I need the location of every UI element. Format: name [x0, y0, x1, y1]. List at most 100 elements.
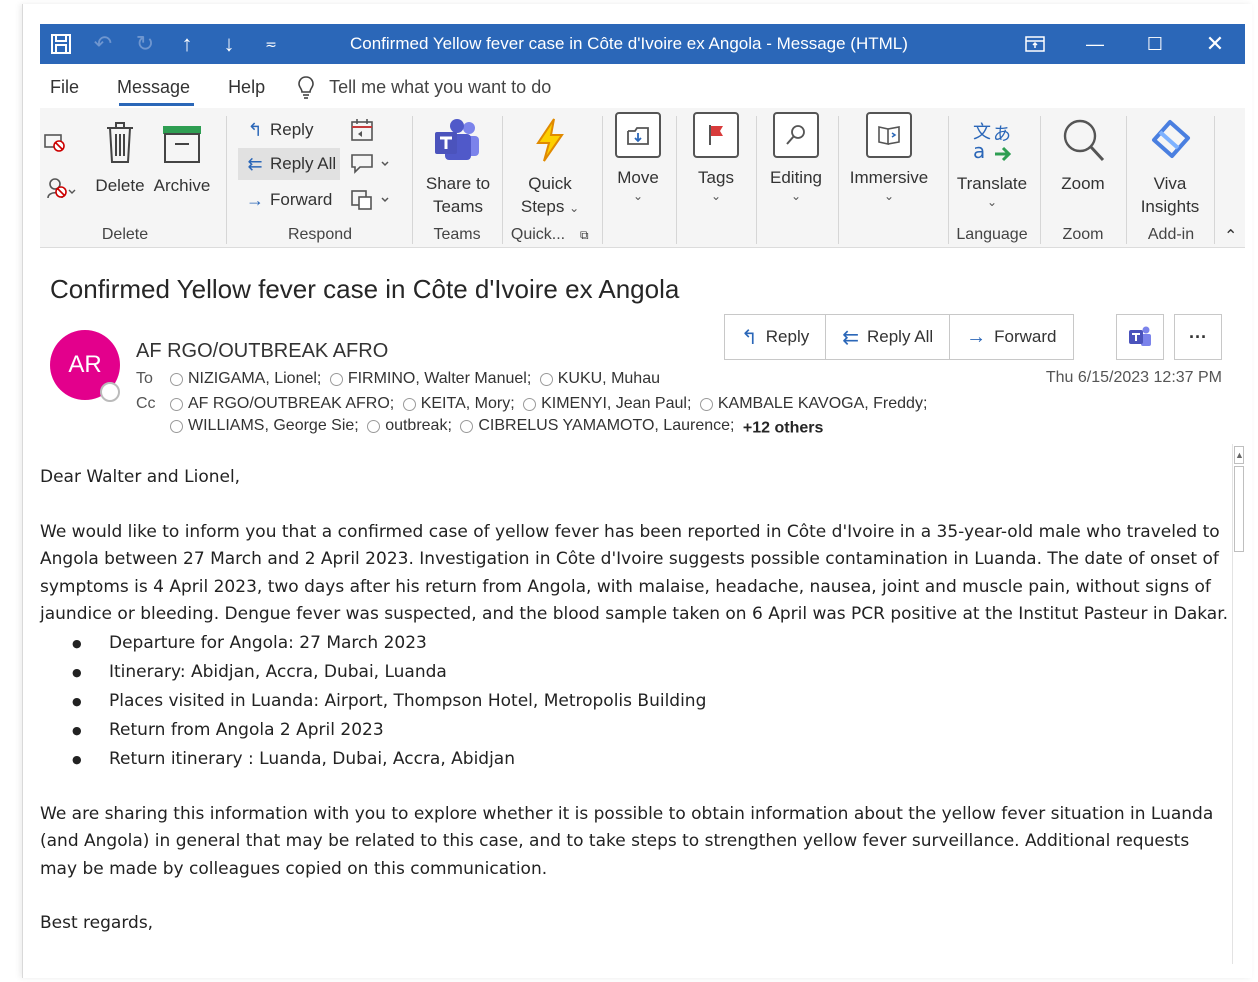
- zoom-label: Zoom: [1061, 174, 1105, 193]
- reply-all-icon: ⇇: [842, 326, 859, 349]
- lightbulb-icon: [293, 75, 319, 99]
- delete-label: Delete: [95, 176, 145, 195]
- reply-all-button[interactable]: ⇇ Reply All: [826, 315, 951, 359]
- recipient[interactable]: KEITA, Mory;: [402, 395, 515, 413]
- next-item-icon[interactable]: ↓: [208, 24, 250, 64]
- archive-button[interactable]: Archive: [150, 112, 214, 197]
- archive-icon: [161, 112, 203, 164]
- recipient[interactable]: WILLIAMS, George Sie;: [170, 417, 359, 435]
- window-title: Confirmed Yellow fever case in Côte d'Iv…: [350, 34, 908, 53]
- respond-group-label: Respond: [287, 226, 353, 243]
- tab-help[interactable]: Help: [218, 66, 275, 108]
- cc-recipients-line-1: AF RGO/OUTBREAK AFRO; KEITA, Mory; KIMEN…: [170, 395, 931, 416]
- recipient[interactable]: KAMBALE KAVOGA, Freddy;: [699, 395, 927, 413]
- presence-icon: [539, 372, 553, 386]
- recipient[interactable]: KIMENYI, Jean Paul;: [523, 395, 691, 413]
- avatar-initials: AR: [68, 351, 102, 378]
- reply-button[interactable]: ↰ Reply: [725, 315, 827, 359]
- more-recipients-link[interactable]: +12 others: [743, 420, 823, 437]
- tell-me-search[interactable]: Tell me what you want to do: [293, 75, 551, 99]
- teams-icon: [433, 112, 483, 168]
- reply-all-ribbon-button[interactable]: ⇇ Reply All: [238, 148, 341, 180]
- dialog-launcher-icon[interactable]: ⧉: [580, 228, 589, 243]
- scrollbar-thumb[interactable]: [1234, 466, 1244, 552]
- editing-label: Editing: [770, 168, 822, 187]
- message-subject: Confirmed Yellow fever case in Côte d'Iv…: [50, 274, 680, 304]
- ignore-icon[interactable]: [40, 132, 70, 159]
- list-item: Return itinerary : Luanda, Dubai, Accra,…: [68, 745, 1230, 774]
- recipient[interactable]: AF RGO/OUTBREAK AFRO;: [170, 395, 394, 413]
- recipient[interactable]: NIZIGAMA, Lionel;: [170, 370, 321, 388]
- reply-ribbon-label: Reply: [270, 120, 314, 139]
- recipient-name: KUKU, Muhau: [557, 370, 660, 387]
- recipient[interactable]: FIRMINO, Walter Manuel;: [329, 370, 532, 388]
- recipient[interactable]: KUKU, Muhau: [539, 370, 660, 388]
- share-to-teams-button[interactable]: Share to Teams: [420, 112, 496, 218]
- tags-button[interactable]: Tags ⌄: [690, 112, 742, 203]
- separator: [1214, 116, 1215, 244]
- chevron-down-icon: ⌄: [632, 189, 644, 203]
- collapse-ribbon-icon[interactable]: ⌃: [1224, 226, 1237, 246]
- chevron-down-icon: ⌄: [883, 189, 895, 203]
- zoom-button[interactable]: Zoom: [1048, 112, 1118, 195]
- close-icon[interactable]: ✕: [1185, 24, 1245, 64]
- archive-label: Archive: [153, 176, 211, 195]
- translate-button[interactable]: 文あa Translate ⌄: [952, 112, 1032, 209]
- delete-button[interactable]: Delete: [90, 112, 150, 197]
- teams-icon: [1129, 326, 1151, 346]
- trash-icon: [105, 112, 135, 164]
- quick-steps-label-1: Quick: [528, 174, 572, 193]
- customize-toolbar-icon[interactable]: ≂: [250, 24, 292, 64]
- viva-insights-button[interactable]: Viva Insights: [1132, 112, 1208, 218]
- immersive-reader-icon: [866, 112, 912, 158]
- viva-insights-icon: [1146, 112, 1194, 168]
- ribbon-display-options-icon[interactable]: [1005, 24, 1065, 64]
- undo-icon[interactable]: ↶: [82, 24, 124, 64]
- zoom-group-label: Zoom: [1062, 226, 1104, 243]
- recipient-name: NIZIGAMA, Lionel;: [188, 370, 322, 387]
- menu-bar: File Message Help Tell me what you want …: [40, 66, 1245, 108]
- message-actions: ↰ Reply ⇇ Reply All → Forward: [724, 314, 1074, 360]
- reply-all-icon: ⇇: [247, 153, 263, 174]
- move-label: Move: [617, 168, 659, 187]
- chevron-down-icon: ⌄: [710, 189, 722, 203]
- move-button[interactable]: Move ⌄: [610, 112, 666, 203]
- message-date: Thu 6/15/2023 12:37 PM: [1045, 369, 1222, 386]
- reply-ribbon-button[interactable]: ↰ Reply: [238, 114, 317, 146]
- immersive-reader-button[interactable]: Immersive ⌄: [846, 112, 932, 203]
- quick-steps-label-2-text: Steps: [520, 197, 565, 216]
- recipient-name: FIRMINO, Walter Manuel;: [347, 370, 532, 387]
- im-reply-icon[interactable]: [350, 152, 392, 181]
- reply-icon: ↰: [741, 326, 758, 349]
- forward-ribbon-button[interactable]: → Forward: [238, 184, 336, 216]
- block-sender-icon[interactable]: [40, 176, 82, 205]
- recipient[interactable]: outbreak;: [367, 417, 452, 435]
- previous-item-icon[interactable]: ↑: [166, 24, 208, 64]
- reply-all-label: Reply All: [867, 327, 934, 346]
- recipient-name: KIMENYI, Jean Paul;: [541, 395, 692, 412]
- meeting-reply-icon[interactable]: [350, 118, 376, 147]
- minimize-icon[interactable]: —: [1065, 24, 1125, 64]
- forward-label: Forward: [994, 327, 1057, 346]
- recipient[interactable]: CIBRELUS YAMAMOTO, Laurence;: [460, 417, 734, 435]
- closing: Best regards,: [40, 913, 154, 933]
- tab-message[interactable]: Message: [107, 66, 200, 108]
- recipient-name: CIBRELUS YAMAMOTO, Laurence;: [478, 417, 735, 434]
- redo-icon[interactable]: ↻: [124, 24, 166, 64]
- list-item: Itinerary: Abidjan, Accra, Dubai, Luanda: [68, 658, 1230, 687]
- magnifier-icon: [773, 112, 819, 158]
- tab-file[interactable]: File: [40, 66, 89, 108]
- sender-name[interactable]: AF RGO/OUTBREAK AFRO: [136, 340, 388, 363]
- editing-button[interactable]: Editing ⌄: [764, 112, 828, 203]
- addin-group-label: Add-in: [1147, 226, 1195, 243]
- teams-chat-button[interactable]: [1116, 314, 1164, 360]
- ribbon: Delete Archive Delete ↰ Reply ⇇ Reply All …: [40, 108, 1245, 248]
- forward-button[interactable]: → Forward: [950, 315, 1072, 359]
- list-item: Return from Angola 2 April 2023: [68, 716, 1230, 745]
- scroll-up-icon[interactable]: ▲: [1234, 446, 1244, 464]
- maximize-icon[interactable]: ☐: [1125, 24, 1185, 64]
- quick-steps-button[interactable]: Quick Steps ⌄: [510, 112, 590, 220]
- more-actions-button[interactable]: ···: [1174, 314, 1222, 360]
- save-icon[interactable]: [40, 24, 82, 64]
- more-respond-icon[interactable]: [350, 188, 392, 217]
